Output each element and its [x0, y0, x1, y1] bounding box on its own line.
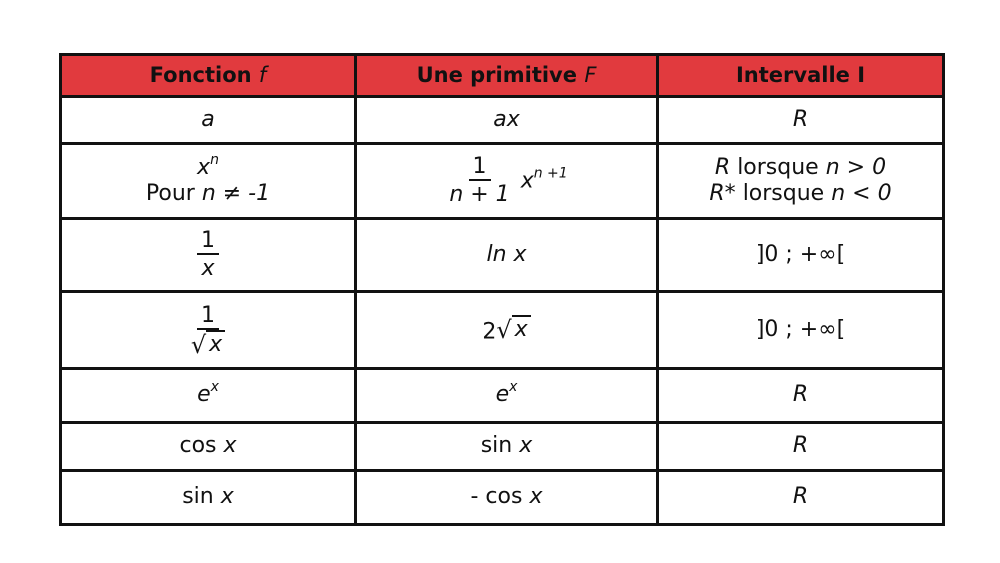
header-primitive-label: Une primitive: [416, 62, 577, 87]
table-row: 1x ln x ]0 ; +∞[: [59, 217, 945, 293]
radical-sign: √: [496, 315, 512, 344]
cell-function: cos x: [59, 421, 357, 472]
exponent: n: [210, 151, 219, 168]
condition-prefix: Pour: [145, 181, 195, 206]
cell-primitive: 2 √ x: [354, 290, 659, 370]
header-function: Fonction f: [59, 53, 357, 98]
base: e: [495, 382, 510, 408]
numerator: 1: [196, 303, 219, 330]
cell-primitive: ex: [354, 367, 659, 424]
cell-function: xn Pour n ≠ -1: [59, 142, 357, 220]
cell-interval: R: [656, 95, 945, 145]
table-row: xn Pour n ≠ -1 1n + 1 xn +1 R lorsque n …: [59, 142, 945, 220]
function-name: sin: [480, 433, 513, 459]
interval-expr: ]0 ; +∞[: [755, 316, 846, 342]
condition: n ≠ -1: [201, 181, 271, 206]
text: lorsque: [742, 181, 825, 206]
function-name: sin: [182, 484, 214, 510]
base: e: [197, 382, 211, 408]
radical-sign: √: [190, 331, 207, 360]
numerator: 1: [468, 154, 491, 181]
cell-primitive: sin x: [354, 421, 659, 472]
cell-interval: R: [656, 469, 945, 526]
header-interval: Intervalle I: [656, 53, 945, 98]
primitives-table: Fonction f Une primitive F Intervalle I …: [59, 53, 945, 526]
cell-function: a: [59, 95, 357, 145]
header-interval-label: Intervalle I: [735, 62, 866, 87]
table-row: 1 √ x 2 √ x ]0 ; +∞[: [59, 290, 945, 370]
cell-interval: ]0 ; +∞[: [656, 290, 945, 370]
denominator: n + 1: [449, 181, 510, 207]
condition: n > 0: [825, 154, 887, 180]
cell-interval: R: [656, 421, 945, 472]
fraction: 1x: [197, 228, 219, 283]
variable: x: [220, 484, 234, 510]
denominator-sqrt: √ x: [187, 330, 229, 357]
interval-line-1: R lorsque n > 0: [659, 155, 942, 181]
cell-function: sin x: [59, 469, 357, 526]
interval-expr: R: [792, 433, 809, 459]
interval-expr: R: [792, 106, 809, 132]
fraction: 1n + 1: [445, 154, 513, 209]
function-condition: Pour n ≠ -1: [62, 181, 354, 207]
exponent: n +1: [533, 164, 568, 181]
cell-primitive: 1n + 1 xn +1: [354, 142, 659, 220]
table-row: a ax R: [59, 95, 945, 145]
variable: x: [223, 433, 237, 459]
function-name: - cos: [470, 484, 523, 510]
interval-expr: R: [792, 484, 809, 510]
interval-line-2: R* lorsque n < 0: [659, 181, 942, 207]
header-primitive-symbol: F: [584, 62, 597, 87]
exponent: x: [210, 379, 219, 396]
variable: x: [519, 433, 533, 459]
header-row: Fonction f Une primitive F Intervalle I: [59, 53, 945, 98]
function-expr: xn: [62, 151, 354, 181]
cell-interval: ]0 ; +∞[: [656, 217, 945, 293]
text: lorsque: [737, 154, 819, 180]
base: x: [520, 167, 534, 193]
header-function-symbol: f: [258, 62, 267, 87]
cell-function: 1 √ x: [59, 290, 357, 370]
function-expr: a: [201, 106, 215, 132]
cell-function: 1x: [59, 217, 357, 293]
set-symbol: R*: [709, 181, 736, 206]
radicand: x: [206, 330, 226, 357]
primitive-expr: ln x: [486, 241, 527, 267]
condition: n < 0: [831, 181, 892, 206]
function-name: cos: [179, 433, 217, 459]
table-row: cos x sin x R: [59, 421, 945, 472]
cell-primitive: ax: [354, 95, 659, 145]
set-symbol: R: [714, 154, 731, 180]
exponent: x: [509, 379, 518, 396]
interval-expr: ]0 ; +∞[: [755, 241, 846, 267]
cell-function: ex: [59, 367, 357, 424]
cell-interval: R: [656, 367, 945, 424]
base: x: [197, 154, 211, 180]
radicand: x: [511, 314, 531, 342]
primitive-expr: ax: [493, 106, 520, 132]
interval-expr: R: [792, 382, 809, 408]
fraction: 1 √ x: [187, 303, 229, 357]
table-row: ex ex R: [59, 367, 945, 424]
cell-interval: R lorsque n > 0 R* lorsque n < 0: [656, 142, 945, 220]
coefficient: 2: [482, 318, 497, 344]
numerator: 1: [197, 228, 219, 255]
table-row: sin x - cos x R: [59, 469, 945, 526]
cell-primitive: ln x: [354, 217, 659, 293]
cell-primitive: - cos x: [354, 469, 659, 526]
header-function-label: Fonction: [149, 62, 252, 87]
variable: x: [529, 484, 543, 510]
header-primitive: Une primitive F: [354, 53, 659, 98]
sqrt: √ x: [496, 314, 531, 344]
denominator: x: [201, 255, 215, 281]
